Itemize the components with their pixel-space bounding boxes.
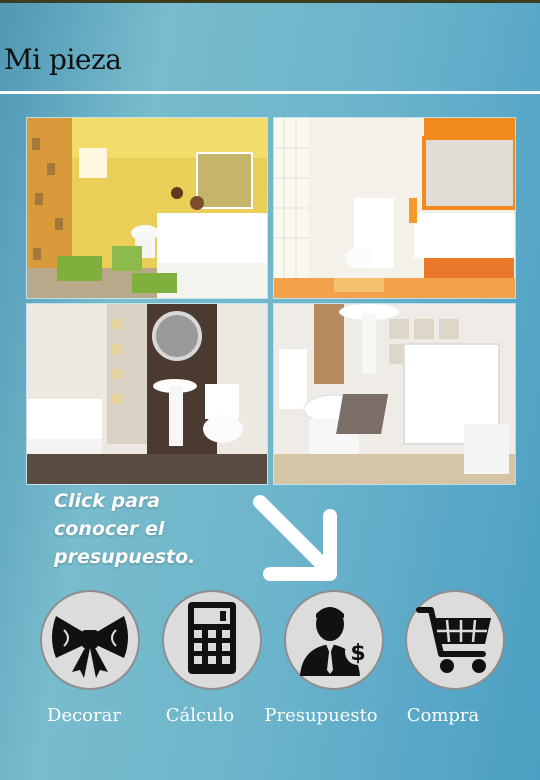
gallery-image-dark-wall-bathroom[interactable]: [26, 303, 268, 485]
compra-button[interactable]: [405, 590, 505, 690]
header: Mi pieza: [0, 3, 540, 94]
header-divider: [0, 91, 540, 94]
calculo-label[interactable]: Cálculo: [130, 705, 270, 726]
compra-label[interactable]: Compra: [373, 705, 513, 726]
presupuesto-label[interactable]: Presupuesto: [251, 705, 391, 726]
callout-line-2: conocer el: [54, 518, 165, 540]
svg-text:$: $: [350, 641, 365, 666]
calculator-icon: [188, 602, 236, 674]
gallery-image-yellow-bathroom[interactable]: [26, 117, 268, 299]
decorar-button[interactable]: [40, 590, 140, 690]
callout-line-3: presupuesto.: [54, 546, 196, 568]
page-title: Mi pieza: [4, 43, 122, 76]
person-money-icon: $: [300, 607, 371, 676]
gallery-image-orange-bathroom[interactable]: [273, 117, 516, 299]
bow-icon: [52, 616, 128, 678]
gallery-image-white-bathroom[interactable]: [273, 303, 516, 485]
arrow-down-right-icon: [253, 495, 337, 581]
calculo-button[interactable]: [162, 590, 262, 690]
budget-callout: Click para conocer el presupuesto.: [54, 487, 274, 571]
cart-icon: [416, 607, 491, 673]
presupuesto-button[interactable]: $: [284, 590, 384, 690]
callout-line-1: Click para: [54, 490, 161, 512]
